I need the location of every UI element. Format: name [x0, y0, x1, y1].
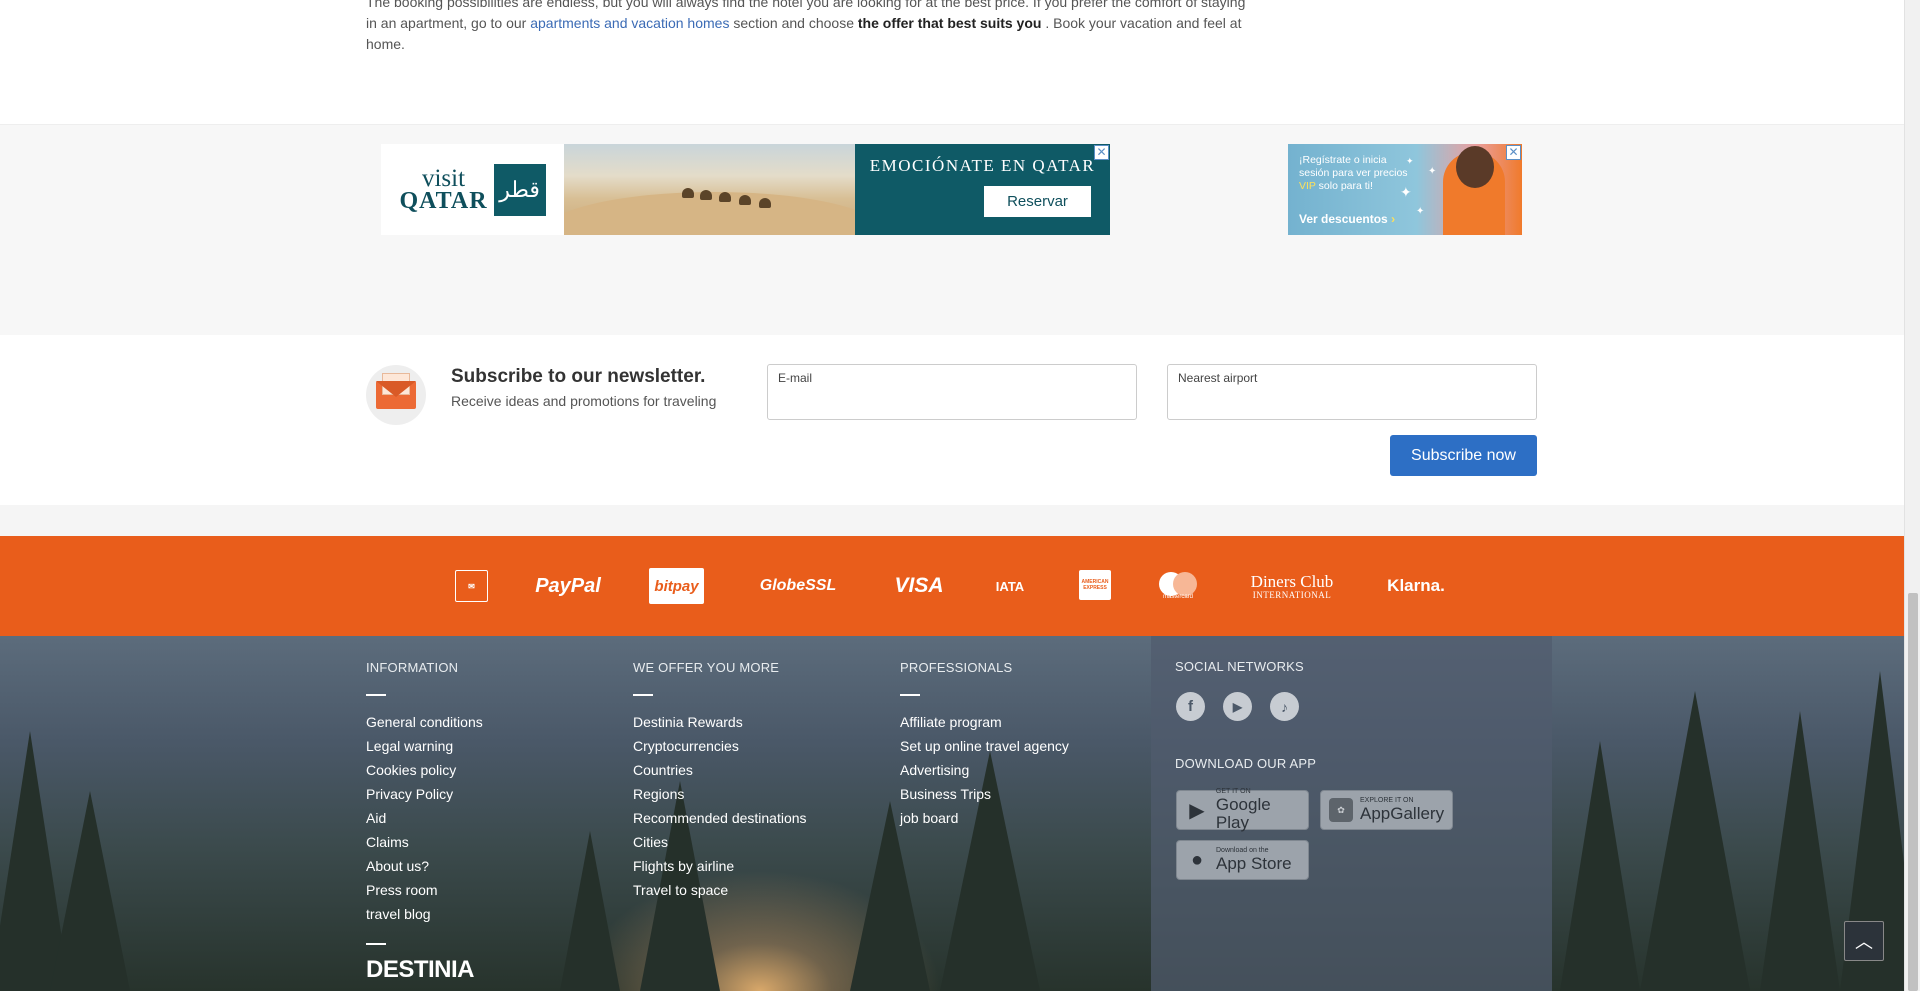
reservar-button[interactable]: Reservar [984, 186, 1091, 217]
intro-line-1: The booking possibilities are endless, b… [366, 0, 1246, 10]
ssl-seal-logo: ✉ [455, 570, 488, 602]
page-scrollbar[interactable] [1904, 0, 1920, 991]
newsletter-envelope-icon [366, 365, 426, 425]
huawei-icon: ✿ [1329, 798, 1353, 822]
apartments-link[interactable]: apartments and vacation homes [530, 15, 729, 31]
link-advertising[interactable]: Advertising [900, 762, 969, 778]
bitpay-logo: bitpay [649, 568, 704, 604]
link-travel-to-space[interactable]: Travel to space [633, 882, 728, 898]
intro-line-2: in an apartment, go to our apartments an… [366, 13, 1246, 34]
intro-bold-text: the offer that best suits you [857, 15, 1042, 31]
visit-qatar-logo: visit QATAR قطر [381, 144, 564, 235]
link-recommended-destinations[interactable]: Recommended destinations [633, 810, 807, 826]
professionals-heading: PROFESSIONALS [900, 660, 1013, 675]
app-store-button[interactable]: ● Download on the App Store [1176, 840, 1309, 880]
subscribe-button[interactable]: Subscribe now [1390, 435, 1537, 476]
email-input[interactable] [778, 389, 1123, 413]
amex-logo: AMERICAN EXPRESS [1079, 570, 1111, 600]
link-affiliate-program[interactable]: Affiliate program [900, 714, 1002, 730]
more-heading: WE OFFER YOU MORE [633, 660, 780, 675]
visit-qatar-ad[interactable]: visit QATAR قطر EMOCIÓNATE EN QATAR Rese… [381, 144, 1110, 235]
email-label: E-mail [778, 371, 813, 385]
heading-divider [633, 694, 653, 696]
airport-label: Nearest airport [1178, 371, 1258, 385]
apple-icon: ● [1190, 848, 1204, 871]
link-general-conditions[interactable]: General conditions [366, 714, 483, 730]
link-regions[interactable]: Regions [633, 786, 684, 802]
link-job-board[interactable]: job board [900, 810, 958, 826]
ver-descuentos-link[interactable]: Ver descuentos › [1299, 212, 1395, 226]
facebook-icon[interactable]: f [1176, 692, 1205, 721]
link-claims[interactable]: Claims [366, 834, 409, 850]
back-to-top-button[interactable]: ︿ [1844, 921, 1884, 961]
link-cities[interactable]: Cities [633, 834, 668, 850]
destinia-logo[interactable]: DESTINIA [366, 956, 475, 984]
qatar-headline: EMOCIÓNATE EN QATAR [869, 156, 1096, 175]
google-play-button[interactable]: ▶ GET IT ON Google Play [1176, 788, 1309, 832]
visa-logo: VISA [894, 574, 944, 597]
logo-visit-text: visit [421, 164, 466, 192]
vip-discount-ad[interactable]: ¡Regístrate o inicia sesión para ver pre… [1288, 144, 1522, 235]
desert-camels-image [564, 144, 855, 235]
scrollbar-thumb[interactable] [1908, 593, 1918, 991]
link-business-trips[interactable]: Business Trips [900, 786, 991, 802]
link-countries[interactable]: Countries [633, 762, 693, 778]
brand-divider [366, 943, 386, 945]
klarna-logo: Klarna. [1387, 576, 1445, 595]
diners-club-logo: Diners Club INTERNATIONAL [1250, 571, 1334, 600]
newsletter-title: Subscribe to our newsletter. [451, 366, 706, 387]
link-aid[interactable]: Aid [366, 810, 386, 826]
link-travel-blog[interactable]: travel blog [366, 906, 431, 922]
link-press-room[interactable]: Press room [366, 882, 438, 898]
tiktok-icon[interactable]: ♪ [1270, 692, 1299, 721]
newsletter-subtitle: Receive ideas and promotions for traveli… [451, 393, 717, 409]
heading-divider [900, 694, 920, 696]
iata-logo: IATA [995, 578, 1025, 594]
link-flights-by-airline[interactable]: Flights by airline [633, 858, 734, 874]
globessl-logo: GlobeSSL [759, 577, 837, 594]
qatar-cta-panel: EMOCIÓNATE EN QATAR Reservar [855, 144, 1110, 235]
link-privacy-policy[interactable]: Privacy Policy [366, 786, 453, 802]
youtube-icon[interactable]: ▶ [1223, 692, 1252, 721]
intro-text: section and choose [729, 15, 858, 31]
appgallery-button[interactable]: ✿ EXPLORE IT ON AppGallery [1320, 790, 1453, 830]
intro-paragraph: The booking possibilities are endless, b… [366, 0, 1246, 55]
link-destinia-rewards[interactable]: Destinia Rewards [633, 714, 743, 730]
payment-methods-band [0, 536, 1904, 636]
airport-field[interactable]: Nearest airport [1167, 364, 1537, 420]
link-about-us[interactable]: About us? [366, 858, 429, 874]
section-divider [0, 505, 1904, 536]
link-online-travel-agency[interactable]: Set up online travel agency [900, 738, 1069, 754]
mastercard-logo: mastercard [1157, 570, 1199, 602]
information-heading: INFORMATION [366, 660, 459, 675]
email-field[interactable]: E-mail [767, 364, 1137, 420]
logo-qatar-text: QATAR [399, 187, 488, 214]
qatar-emblem-icon: قطر [493, 163, 546, 216]
heading-divider [366, 694, 386, 696]
airport-input[interactable] [1178, 389, 1523, 413]
social-networks-heading: SOCIAL NETWORKS [1175, 659, 1304, 674]
link-legal-warning[interactable]: Legal warning [366, 738, 453, 754]
paypal-logo: PayPal [535, 574, 601, 597]
intro-line-3: home. [366, 36, 405, 52]
google-play-icon: ▶ [1189, 799, 1205, 822]
close-ad-icon[interactable]: ✕ [1506, 145, 1521, 160]
intro-text: in an apartment, go to our [366, 15, 531, 31]
close-ad-icon[interactable]: ✕ [1094, 145, 1109, 160]
link-cookies-policy[interactable]: Cookies policy [366, 762, 456, 778]
intro-text: . Book your vacation and feel at [1041, 15, 1242, 31]
link-cryptocurrencies[interactable]: Cryptocurrencies [633, 738, 739, 754]
vip-ad-text: ¡Regístrate o inicia sesión para ver pre… [1299, 154, 1408, 192]
download-app-heading: DOWNLOAD OUR APP [1175, 756, 1317, 771]
